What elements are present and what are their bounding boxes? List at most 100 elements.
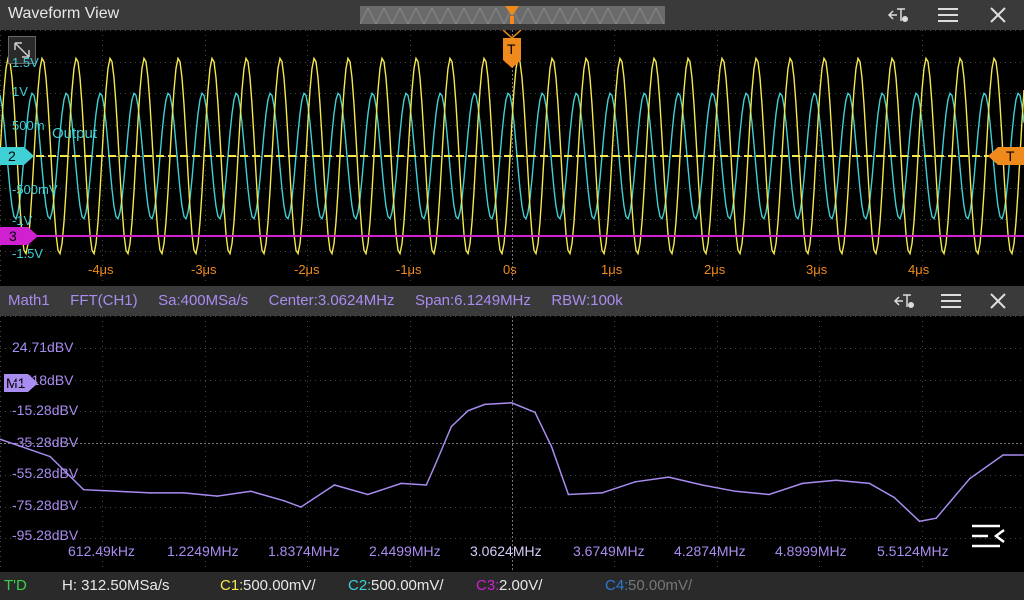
waveform-view-titlebar: Waveform View — [0, 0, 1024, 30]
x-label-neg-2us: -2μs — [294, 262, 320, 277]
fft-point — [734, 490, 737, 493]
fft-trace — [0, 402, 1024, 523]
fft-y-label-0: 24.71dBV — [12, 339, 74, 355]
fft-x-label-7: 4.8999MHz — [775, 543, 847, 559]
fft-y-label-4: -55.28dBV — [12, 465, 79, 481]
fft-x-label-1: 1.2249MHz — [167, 543, 239, 559]
fft-point — [82, 488, 85, 491]
fft-x-label-4: 3.0624MHz — [470, 543, 542, 559]
collapse-icon[interactable] — [970, 522, 1010, 550]
fft-point — [893, 496, 896, 499]
math-name: Math1 — [8, 292, 50, 309]
channel-3-marker-label: 3 — [9, 228, 17, 244]
x-label-2us: 2μs — [704, 262, 726, 277]
c4-label[interactable]: C4: — [605, 577, 628, 594]
fft-point — [250, 490, 252, 493]
fft-point — [801, 482, 804, 485]
c2-label[interactable]: C2: — [348, 577, 371, 594]
fft-y-label-1: 4.718dBV — [12, 372, 74, 388]
x-label-3us: 3μs — [806, 262, 828, 277]
close-icon[interactable] — [985, 4, 1011, 26]
y-label-1v: 1V — [12, 84, 28, 99]
fft-point — [634, 481, 637, 483]
fft-point — [968, 477, 971, 480]
fft-point — [935, 517, 937, 519]
x-label-0s: 0s — [503, 262, 517, 277]
channel-3-marker[interactable]: 3 — [0, 227, 40, 245]
fft-x-label-3: 2.4499MHz — [369, 543, 441, 559]
trigger-time-marker-label: T — [507, 41, 516, 57]
fft-x-label-6: 4.2874MHz — [674, 543, 746, 559]
y-label-neg-1-5v: -1.5V — [12, 246, 44, 261]
fft-plot[interactable] — [0, 316, 1024, 570]
trigger-status[interactable]: T'D — [4, 577, 27, 594]
channel-2-marker-label: 2 — [8, 148, 16, 164]
y-label-1-5v: 1.5V — [12, 55, 39, 70]
x-label-neg-4us: -4μs — [88, 262, 114, 277]
fft-point — [49, 455, 51, 458]
fft-point — [835, 479, 837, 482]
fft-point — [183, 492, 185, 494]
fft-x-label-5: 3.6749MHz — [573, 543, 645, 559]
close-icon[interactable] — [985, 290, 1011, 312]
status-bar: T'D H: 312.50MSa/s C1: 500.00mV/ C2: 500… — [0, 572, 1024, 600]
fft-point — [367, 493, 369, 496]
menu-icon[interactable] — [935, 4, 961, 26]
fft-point — [550, 446, 553, 448]
fft-point — [484, 403, 486, 406]
fft-point — [510, 402, 513, 404]
fft-point — [300, 506, 302, 508]
x-label-neg-1us: -1μs — [396, 262, 422, 277]
fft-point — [467, 409, 469, 412]
fft-point — [433, 465, 436, 467]
c3-value[interactable]: 2.00V/ — [499, 577, 542, 594]
trigger-level-marker[interactable]: T — [988, 147, 1024, 165]
c1-value[interactable]: 500.00mV/ — [243, 577, 316, 594]
fft-panel[interactable]: M1 24.71dBV 4.718dBV -15.28dBV -35.28dBV… — [0, 316, 1024, 570]
math-sample-rate: Sa:400MSa/s — [158, 292, 249, 309]
x-label-neg-3us: -3μs — [191, 262, 217, 277]
fit-icon[interactable] — [892, 290, 918, 312]
fft-point — [333, 484, 336, 486]
horizontal-position-indicator[interactable] — [360, 6, 665, 24]
channel-2-marker[interactable]: 2 — [0, 147, 34, 165]
c1-label[interactable]: C1: — [220, 577, 243, 594]
c3-label[interactable]: C3: — [476, 577, 499, 594]
fft-x-label-0: 612.49kHz — [68, 543, 135, 559]
fft-point — [149, 492, 152, 494]
x-label-4us: 4μs — [908, 262, 930, 277]
menu-icon[interactable] — [938, 290, 964, 312]
math-function: FFT(CH1) — [70, 292, 138, 309]
y-label-neg-1v: -1V — [12, 213, 33, 228]
trigger-level-marker-label: T — [1006, 148, 1015, 164]
fft-point — [918, 520, 921, 523]
fft-point — [667, 476, 670, 478]
fft-point — [868, 482, 871, 485]
fft-point — [450, 425, 453, 428]
c2-value[interactable]: 500.00mV/ — [371, 577, 444, 594]
horizontal-setting[interactable]: H: 312.50MSa/s — [62, 577, 170, 594]
fit-icon[interactable] — [886, 4, 912, 26]
math-rbw: RBW:100k — [551, 292, 623, 309]
fft-point — [425, 484, 428, 486]
fft-point — [116, 490, 118, 493]
math-span: Span:6.1249MHz — [414, 292, 531, 309]
fft-x-label-2: 1.8374MHz — [268, 543, 340, 559]
fft-point — [1002, 454, 1004, 456]
y-label-500m: 500m — [12, 118, 45, 133]
output-label: Output — [52, 125, 98, 142]
fft-point — [216, 495, 219, 497]
x-label-1us: 1μs — [601, 262, 623, 277]
y-label-neg-500mv: -500mV — [12, 182, 58, 197]
trigger-time-marker[interactable]: T — [501, 29, 523, 70]
fft-x-label-8: 5.5124MHz — [877, 543, 949, 559]
math-center: Center:3.0624MHz — [268, 292, 395, 309]
fft-y-label-6: -95.28dBV — [12, 527, 79, 543]
waveform-panel[interactable]: 1.5V 1V 500m Output -500mV -1V -1.5V 2 3… — [0, 29, 1024, 282]
fft-y-label-5: -75.28dBV — [12, 497, 79, 513]
fft-y-label-2: -15.28dBV — [12, 402, 79, 418]
c4-value[interactable]: 50.00mV/ — [628, 577, 692, 594]
math-view-titlebar: Math1 FFT(CH1) Sa:400MSa/s Center:3.0624… — [0, 286, 1024, 316]
fft-y-label-3: -35.28dBV — [12, 434, 79, 450]
fft-point — [283, 500, 286, 502]
